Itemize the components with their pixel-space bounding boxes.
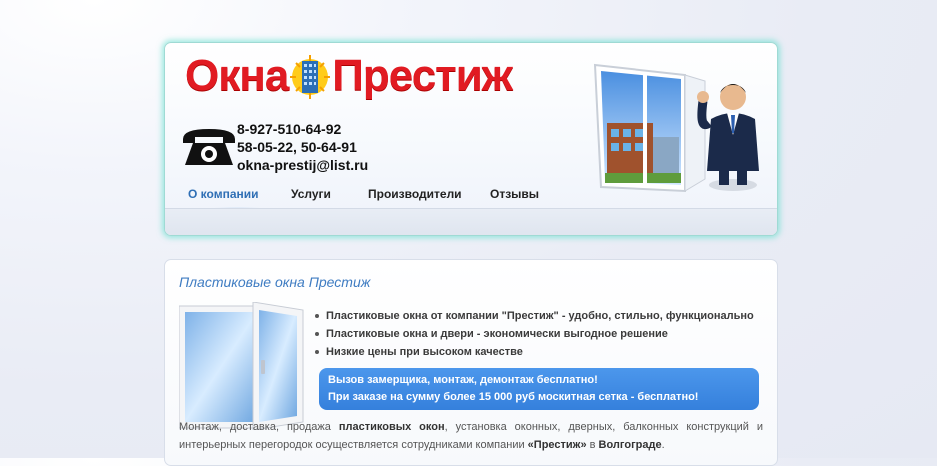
paragraph-text: в bbox=[586, 439, 599, 451]
promo-banner: Вызов замерщика, монтаж, демонтаж беспла… bbox=[319, 368, 759, 410]
nav-item-services[interactable]: Услуги bbox=[291, 187, 331, 201]
list-item: Пластиковые окна от компании "Престиж" -… bbox=[313, 307, 754, 325]
site-header: Окна Престиж 8-927-510-64-92 58-05-22, 5… bbox=[164, 42, 778, 236]
paragraph-bold-company: «Престиж» bbox=[527, 439, 587, 451]
phone-landline: 58-05-22, 50-64-91 bbox=[237, 139, 357, 155]
promo-line-free-service: Вызов замерщика, монтаж, демонтаж беспла… bbox=[328, 374, 598, 386]
sun-building-icon bbox=[290, 55, 331, 99]
benefits-list: Пластиковые окна от компании "Престиж" -… bbox=[313, 307, 754, 361]
nav-item-about[interactable]: О компании bbox=[188, 187, 259, 201]
content-panel: Пластиковые окна Престиж Пластиковые окн… bbox=[164, 259, 778, 466]
phone-mobile: 8-927-510-64-92 bbox=[237, 121, 342, 137]
logo-word-prestige: Престиж bbox=[332, 51, 513, 100]
paragraph-bold-city: Волгограде bbox=[598, 439, 662, 451]
paragraph-text: Монтаж, доставка, продажа bbox=[179, 421, 339, 433]
paragraph-text: . bbox=[661, 439, 665, 451]
list-item: Низкие цены при высоком качестве bbox=[313, 343, 754, 361]
telephone-icon bbox=[183, 129, 235, 165]
nav-item-reviews[interactable]: Отзывы bbox=[490, 187, 539, 201]
header-bottom-bar bbox=[165, 208, 777, 235]
intro-paragraph: Монтаж, доставка, продажа пластиковых ок… bbox=[179, 418, 763, 454]
contacts-block: 8-927-510-64-92 58-05-22, 50-64-91 okna-… bbox=[237, 120, 368, 174]
paragraph-bold-plastic-windows: пластиковых окон bbox=[338, 421, 445, 433]
page-title: Пластиковые окна Престиж bbox=[179, 274, 371, 290]
list-item: Пластиковые окна и двери - экономически … bbox=[313, 325, 754, 343]
promo-line-mosquito-net: При заказе на сумму более 15 000 руб мос… bbox=[328, 391, 699, 403]
nav-item-manufacturers[interactable]: Производители bbox=[368, 187, 462, 201]
hero-image bbox=[593, 63, 759, 193]
logo-word-okna: Окна bbox=[185, 51, 289, 100]
logo[interactable]: Окна Престиж bbox=[185, 51, 513, 101]
email-link[interactable]: okna-prestij@list.ru bbox=[237, 156, 368, 174]
plastic-window-image bbox=[179, 302, 304, 430]
